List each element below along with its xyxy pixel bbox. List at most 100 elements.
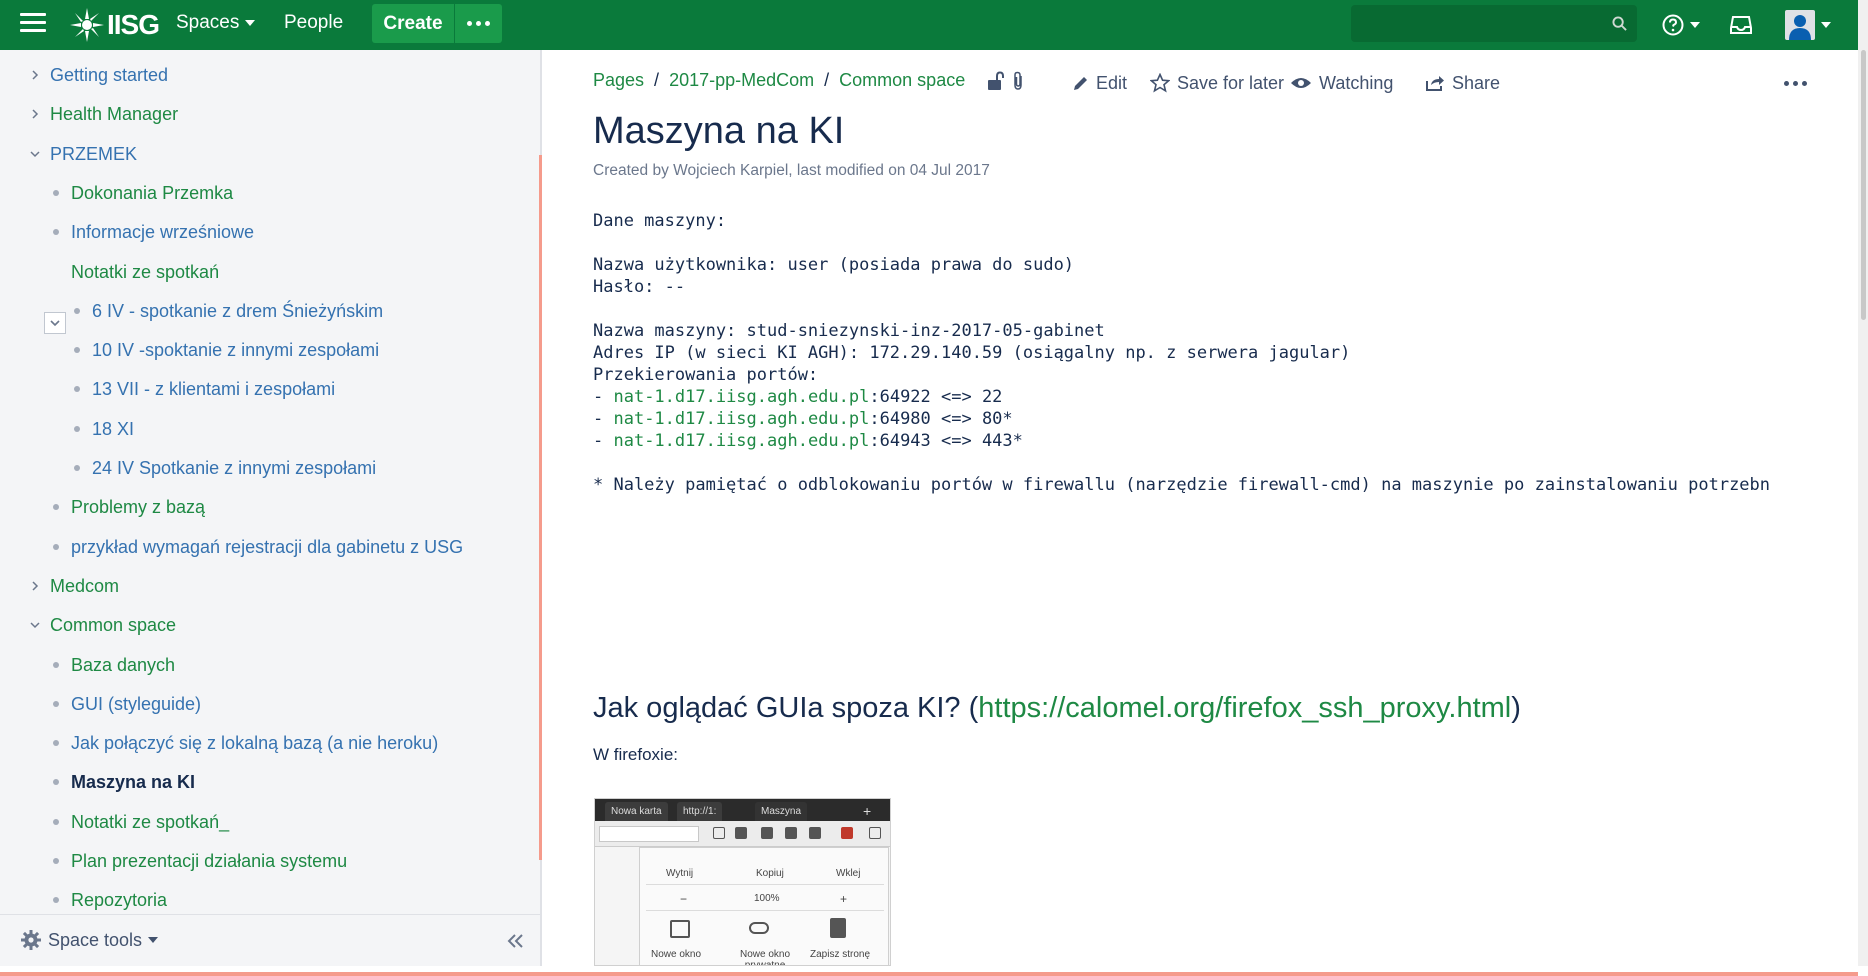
sidebar-item[interactable]: 6 IV - spotkanie z drem Śnieżyńskim	[92, 296, 383, 326]
sidebar-item-label: GUI (styleguide)	[71, 693, 202, 714]
top-navigation-bar: IISG Spaces People Create	[0, 0, 1858, 50]
bullet-icon	[74, 347, 80, 354]
chevron-down-icon	[1690, 22, 1700, 28]
bullet-icon	[74, 465, 80, 471]
edit-label: Edit	[1096, 72, 1128, 93]
chevron-right-icon[interactable]	[29, 580, 41, 592]
bullet-icon	[74, 307, 80, 314]
sidebar-item-label: Jak połączyć się z lokalną bazą (a nie h…	[71, 733, 439, 754]
sidebar-item[interactable]: Notatki ze spotkań	[71, 257, 219, 287]
sidebar-item[interactable]: Dokonania Przemka	[71, 178, 233, 208]
bullet-icon	[53, 818, 59, 825]
bullet-icon	[74, 386, 80, 393]
sidebar-item[interactable]: PRZEMEK	[50, 139, 137, 169]
attachment-icon[interactable]	[1011, 71, 1025, 91]
sidebar-item[interactable]: Medcom	[50, 571, 119, 601]
eye-icon	[1291, 78, 1311, 88]
sidebar-item[interactable]: 24 IV Spotkanie z innymi zespołami	[92, 453, 376, 483]
sidebar-item[interactable]: przykład wymagań rejestracji dla gabinet…	[71, 532, 463, 562]
notifications-button[interactable]	[1730, 8, 1752, 42]
sidebar-item[interactable]: Problemy z bazą	[71, 492, 205, 522]
help-menu[interactable]	[1662, 8, 1700, 42]
port-host-link[interactable]: nat-1.d17.iisg.agh.edu.pl	[613, 431, 869, 451]
main-content: Pages / 2017-pp-MedCom / Common space Ed…	[542, 50, 1858, 966]
new-window-icon	[670, 920, 690, 938]
user-menu[interactable]	[1785, 8, 1831, 42]
sidebar-item[interactable]: Common space	[50, 610, 176, 640]
save-for-later-button[interactable]: Save for later	[1150, 68, 1284, 98]
bullet-icon	[53, 504, 59, 511]
code-line: Przekierowania portów:	[593, 365, 819, 385]
sidebar-item-label: Repozytoria	[71, 890, 168, 911]
sidebar-item[interactable]: Notatki ze spotkań_	[71, 807, 229, 837]
chevron-down-icon[interactable]	[29, 148, 41, 160]
divider	[646, 884, 884, 885]
zoom-level: 100%	[754, 893, 780, 904]
search-icon[interactable]	[1612, 16, 1627, 31]
screenshot-tab: Maszyna	[755, 802, 808, 821]
page-metadata: Created by Wojciech Karpiel, last modifi…	[593, 162, 990, 179]
screenshot-menu: Wytnij Kopiuj Wklej − 100% + Nowe okno N…	[639, 847, 889, 965]
sidebar-item[interactable]: Getting started	[50, 60, 168, 90]
sidebar-item[interactable]: Baza danych	[71, 650, 175, 680]
edit-button[interactable]: Edit	[1072, 68, 1127, 98]
port-host-link[interactable]: nat-1.d17.iisg.agh.edu.pl	[613, 409, 869, 429]
breadcrumb: Pages / 2017-pp-MedCom / Common space	[593, 70, 1025, 91]
menu-icon[interactable]	[20, 13, 46, 35]
spaces-menu[interactable]: Spaces	[176, 0, 256, 50]
page-scrollbar-thumb[interactable]	[1861, 50, 1866, 320]
sidebar-item-label: Informacje wrześniowe	[71, 222, 255, 243]
proxy-link[interactable]: https://calomel.org/firefox_ssh_proxy.ht…	[978, 692, 1511, 724]
star-icon	[1150, 73, 1170, 93]
chevron-right-icon[interactable]	[29, 108, 41, 120]
sidebar-item-label: Getting started	[50, 65, 169, 85]
sidebar-item[interactable]: GUI (styleguide)	[71, 689, 201, 719]
sidebar-item[interactable]: Informacje wrześniowe	[71, 217, 254, 247]
search-input[interactable]	[1351, 5, 1637, 42]
spaces-label: Spaces	[176, 12, 240, 33]
sidebar-item[interactable]: 18 XI	[92, 414, 134, 444]
sidebar-item[interactable]: 10 IV -spoktanie z innymi zespołami	[92, 335, 379, 365]
sidebar-item[interactable]: Plan prezentacji działania systemu	[71, 846, 347, 876]
share-button[interactable]: Share	[1425, 68, 1500, 98]
extension-icon	[841, 827, 853, 839]
sidebar-item[interactable]: Jak połączyć się z lokalną bazą (a nie h…	[71, 728, 438, 758]
hamburger-icon	[869, 827, 881, 839]
sidebar-item-label: Notatki ze spotkań	[71, 261, 220, 282]
watching-button[interactable]: Watching	[1290, 68, 1393, 98]
sidebar-item[interactable]: Health Manager	[50, 99, 178, 129]
people-link[interactable]: People	[284, 0, 343, 50]
unlock-icon[interactable]	[987, 70, 1005, 91]
watching-label: Watching	[1319, 72, 1394, 93]
port-mapping: :64943 <=> 443*	[869, 431, 1023, 451]
space-tools-button[interactable]: Space tools	[20, 929, 159, 951]
port-mapping: :64980 <=> 80*	[869, 409, 1013, 429]
collapse-sidebar-icon[interactable]	[506, 931, 526, 951]
page-title: Maszyna na KI	[593, 110, 845, 152]
breadcrumb-separator: /	[824, 70, 830, 90]
code-line: Dane maszyny:	[593, 211, 727, 231]
breadcrumb-parent[interactable]: Common space	[839, 70, 965, 91]
create-button[interactable]: Create	[372, 4, 454, 43]
breadcrumb-pages[interactable]: Pages	[593, 70, 644, 91]
port-host-link[interactable]: nat-1.d17.iisg.agh.edu.pl	[613, 387, 869, 407]
sidebar-item-label: Plan prezentacji działania systemu	[71, 851, 348, 871]
search-box	[1351, 5, 1637, 42]
tree-toggle[interactable]	[44, 312, 66, 334]
private-window-icon	[749, 922, 769, 934]
site-logo[interactable]: IISG	[70, 6, 160, 44]
sidebar-item[interactable]: Repozytoria	[71, 885, 167, 915]
more-icon[interactable]	[455, 4, 502, 43]
port-mapping: :64922 <=> 22	[869, 387, 1003, 407]
bullet-icon	[53, 543, 59, 550]
sidebar-item-label: Health Manager	[50, 104, 179, 125]
chevron-right-icon[interactable]	[29, 69, 41, 81]
sidebar-item[interactable]: 13 VII - z klientami i zespołami	[92, 374, 335, 404]
breadcrumb-space[interactable]: 2017-pp-MedCom	[669, 70, 814, 91]
sidebar-item-label: Medcom	[50, 575, 120, 596]
chevron-down-icon[interactable]	[29, 619, 41, 631]
more-actions-icon[interactable]	[1782, 68, 1809, 98]
sidebar-item[interactable]: Maszyna na KI	[71, 767, 195, 797]
code-line: Nazwa użytkownika: user (posiada prawa d…	[593, 255, 1075, 275]
gear-icon	[21, 930, 41, 950]
